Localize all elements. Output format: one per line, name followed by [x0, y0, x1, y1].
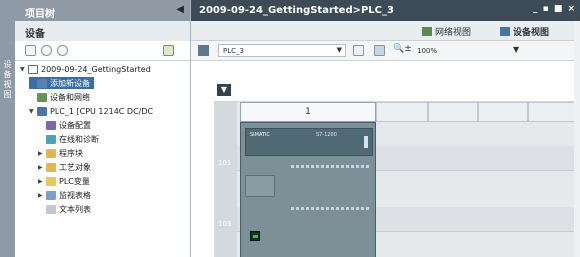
rack-slot-empty[interactable] [478, 102, 528, 122]
folder-icon [46, 148, 56, 158]
tree-node[interactable]: 添加新设备 [29, 77, 94, 89]
status-led-icon [364, 136, 368, 148]
expand-down-icon[interactable]: ▼ [29, 108, 37, 115]
plc-io-block [245, 175, 275, 197]
project-icon [28, 64, 38, 74]
rack-slot-empty[interactable] [528, 102, 580, 122]
plc-icon [198, 45, 209, 56]
tree-node-label: PLC变量 [59, 176, 90, 186]
device-editor: 2009-09-24_GettingStarted>PLC_3 _ ▪ ■ × … [191, 0, 580, 257]
editor-title: 2009-09-24_GettingStarted>PLC_3 [199, 5, 394, 16]
tree-node-label: 设备配置 [59, 120, 91, 130]
plc-tags-icon [46, 176, 56, 186]
tree-node[interactable]: ▼ PLC_1 [CPU 1214C DC/DC [29, 105, 153, 117]
zoom-level[interactable]: 100% [417, 47, 437, 55]
device-view-icon [500, 27, 510, 36]
rack-canvas[interactable]: ▼ 101 103 1 SIMATIC S7-1200 [191, 61, 580, 257]
tree-node-label: 程序块 [59, 148, 83, 158]
project-tree-panel: 项目树 ◀ 设备 ▼ 2009-09-24_GettingStarted 添加新设备… [15, 0, 191, 257]
plc-front-panel: SIMATIC S7-1200 [245, 128, 373, 156]
device-select-value: PLC_3 [223, 47, 244, 55]
circle-back-icon[interactable] [41, 45, 52, 56]
expand-right-icon[interactable]: ▶ [38, 164, 46, 171]
tree-node[interactable]: 在线和诊断 [38, 133, 99, 145]
ethernet-port-icon[interactable] [250, 231, 260, 241]
slot-header-1[interactable]: 1 [240, 102, 376, 122]
tab-network-view-label: 网络视图 [435, 28, 472, 38]
network-icon[interactable] [163, 45, 174, 56]
folder-icon [46, 162, 56, 172]
tree-node-label: 设备和网络 [50, 92, 90, 102]
tree-node[interactable]: 设备配置 [38, 119, 91, 131]
window-controls[interactable]: _ ▪ ■ × [533, 4, 576, 14]
view-tabs: 网络视图 设备视图 [191, 21, 580, 41]
chevron-left-icon[interactable]: ◀ [176, 4, 184, 15]
chevron-down-icon[interactable]: ▼ [337, 46, 342, 54]
rack-slot-empty[interactable] [376, 102, 428, 122]
tree-node[interactable]: ▶ 监视表格 [38, 189, 91, 201]
expand-right-icon[interactable]: ▶ [38, 192, 46, 199]
tree-node[interactable]: ▶ 工艺对象 [38, 161, 91, 173]
network-view-icon [422, 27, 432, 36]
project-tree-header: 项目树 ◀ [15, 0, 190, 21]
editor-title-bar: 2009-09-24_GettingStarted>PLC_3 _ ▪ ■ × [191, 0, 580, 21]
vertical-scrollbar[interactable] [574, 21, 580, 257]
tree-node-label: 添加新设备 [50, 78, 90, 88]
project-tree-title: 项目树 [25, 9, 55, 20]
plc-module[interactable]: SIMATIC S7-1200 [240, 122, 376, 257]
terminal-strip [291, 207, 371, 210]
device-config-icon [46, 120, 56, 130]
tree-node[interactable]: ▶ 程序块 [38, 147, 83, 159]
tree-node-label: PLC_1 [CPU 1214C DC/DC [50, 106, 154, 116]
tree-node[interactable]: 设备和网络 [29, 91, 90, 103]
rack-slot-empty[interactable] [428, 102, 478, 122]
device-view-side-strip[interactable]: 设备视图 [0, 0, 15, 257]
expand-right-icon[interactable]: ▶ [38, 150, 46, 157]
editor-toolbar: PLC_3 ▼ 🔍± 100% ▼ [191, 41, 580, 61]
plc-brand-label: SIMATIC [250, 132, 271, 138]
collapse-rack-icon[interactable]: ▼ [217, 84, 231, 96]
plc-model-label: S7-1200 [316, 132, 337, 138]
tree-node-label: 在线和诊断 [59, 134, 99, 144]
network-icon [37, 92, 47, 102]
devices-section-title: 设备 [15, 21, 190, 41]
tree-node[interactable]: 文本列表 [38, 203, 91, 215]
show-module-icon[interactable] [374, 45, 385, 56]
slot-row-label: 103 [218, 220, 232, 228]
text-list-icon [46, 204, 56, 214]
add-device-icon [37, 78, 47, 88]
tab-device-view-label: 设备视图 [513, 28, 550, 38]
properties-icon[interactable] [353, 45, 364, 56]
tab-device-view[interactable]: 设备视图 [500, 25, 549, 38]
tree-node-label: 工艺对象 [59, 162, 91, 172]
tab-network-view[interactable]: 网络视图 [422, 25, 471, 38]
slot-row-label: 101 [218, 159, 232, 167]
zoom-icon[interactable]: 🔍± [393, 44, 412, 54]
slot-number-column: 101 103 [214, 102, 237, 257]
project-tree-toolbar [15, 41, 190, 61]
circle-forward-icon[interactable] [57, 45, 68, 56]
tree-node-label: 文本列表 [59, 204, 91, 214]
rack: 101 103 1 SIMATIC S7-1200 [214, 101, 580, 257]
terminal-strip [291, 165, 371, 168]
expand-down-icon[interactable]: ▼ [20, 66, 28, 73]
diagnostics-icon [46, 134, 56, 144]
device-select[interactable]: PLC_3 ▼ [218, 44, 346, 57]
tree-node-label: 监视表格 [59, 190, 91, 200]
expand-right-icon[interactable]: ▶ [38, 178, 46, 185]
tree-node-label: 2009-09-24_GettingStarted [41, 64, 151, 74]
grid-view-icon[interactable] [25, 45, 36, 56]
tree-node[interactable]: ▼ 2009-09-24_GettingStarted [20, 63, 151, 75]
watch-table-icon [46, 190, 56, 200]
side-strip-label: 设备视图 [3, 60, 12, 99]
plc-icon [37, 106, 47, 116]
tree-node[interactable]: ▶ PLC变量 [38, 175, 90, 187]
zoom-dropdown-icon[interactable]: ▼ [513, 45, 519, 54]
